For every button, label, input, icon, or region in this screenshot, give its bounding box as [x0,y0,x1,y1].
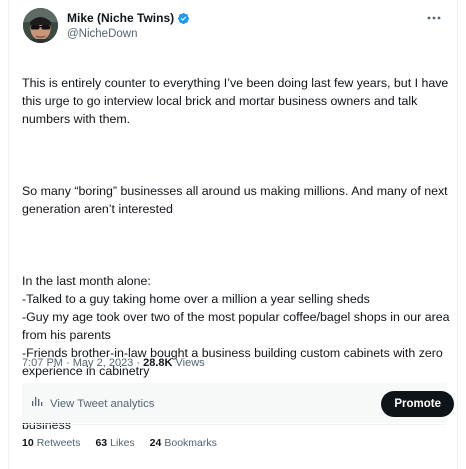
views-count: 28.8K [143,357,173,369]
more-horizontal-icon[interactable] [425,10,443,26]
likes-count: 63 [95,437,108,449]
tweet-header: Mike (Niche Twins) @NicheDown [23,8,447,44]
tweet-meta: 7:07 PM · May 2, 2023 · 28.8K Views [22,355,205,371]
likes-stat[interactable]: 63 Likes [95,435,134,451]
tweet-paragraph: So many “boring” businesses all around u… [22,184,448,216]
analytics-bar: View Tweet analytics Promote [22,383,454,423]
retweets-label: Retweets [36,437,81,449]
bookmarks-stat[interactable]: 24 Bookmarks [150,435,217,451]
meta-separator: · [66,357,73,369]
author-block: Mike (Niche Twins) @NicheDown [67,10,190,42]
likes-label: Likes [110,437,135,449]
views-label: Views [175,357,205,369]
display-name-row: Mike (Niche Twins) [67,10,190,26]
verified-badge-icon [177,12,190,25]
author-display-name[interactable]: Mike (Niche Twins) [67,10,174,26]
promote-button[interactable]: Promote [381,391,454,417]
tweet-date[interactable]: May 2, 2023 [73,357,134,369]
bookmarks-count: 24 [149,437,162,449]
author-handle[interactable]: @NicheDown [67,26,190,42]
view-tweet-analytics-link[interactable]: View Tweet analytics [31,395,154,412]
tweet-time[interactable]: 7:07 PM [22,357,63,369]
bar-chart-icon [31,395,43,412]
avatar-image [23,8,58,43]
avatar[interactable] [23,8,58,43]
retweets-stat[interactable]: 10 Retweets [22,435,80,451]
engagement-stats: 10 Retweets 63 Likes 24 Bookmarks [22,435,217,451]
tweet-paragraph: This is entirely counter to everything I… [22,76,449,126]
tweet-card: Mike (Niche Twins) @NicheDown This is en… [8,0,458,469]
analytics-link-label: View Tweet analytics [50,397,155,410]
retweets-count: 10 [22,437,34,449]
divider [22,424,446,425]
bookmarks-label: Bookmarks [164,437,217,449]
